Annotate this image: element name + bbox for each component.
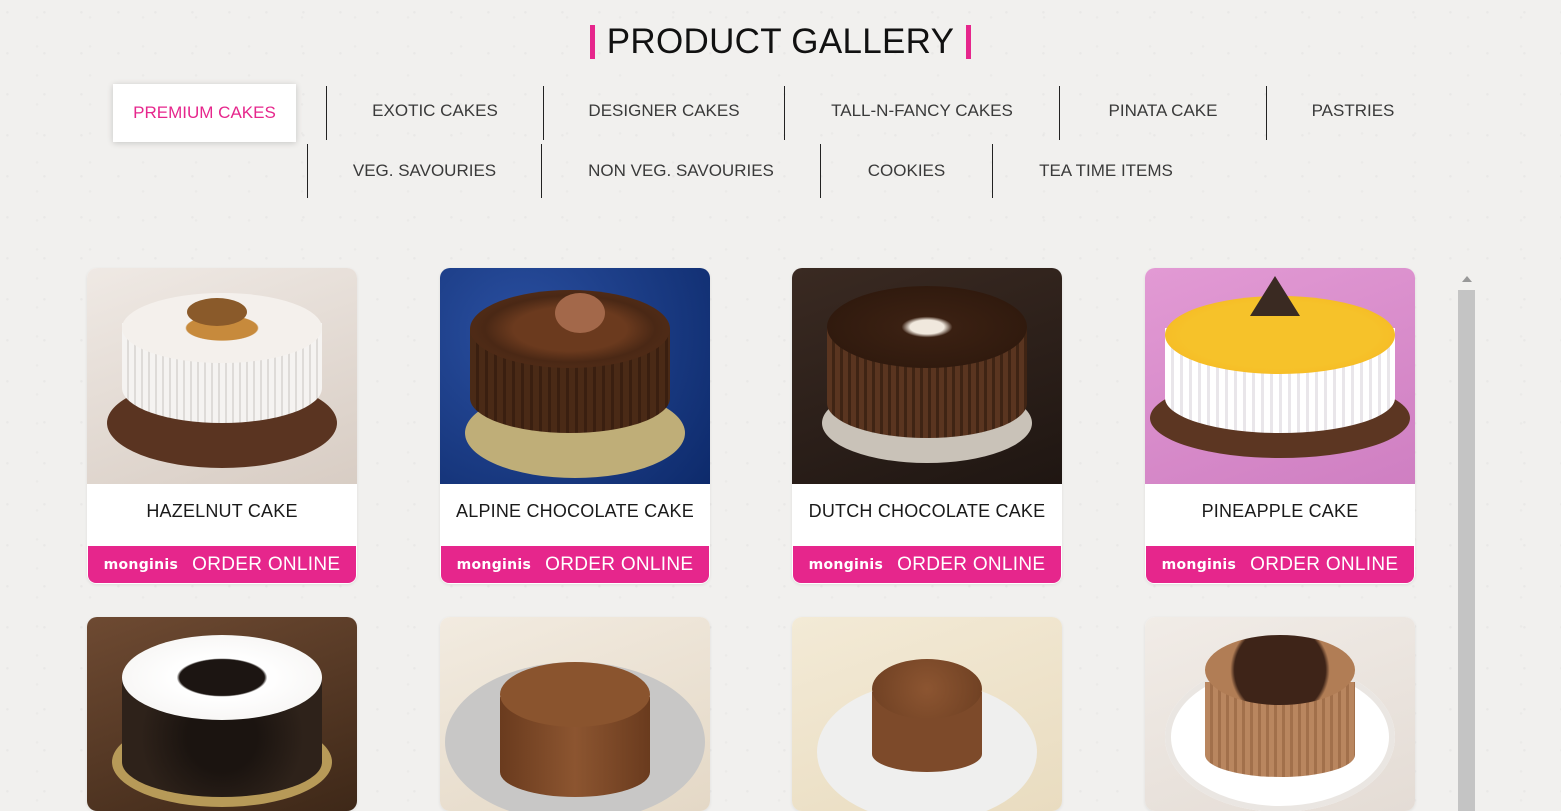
scrollbar[interactable] (1458, 276, 1475, 811)
product-card[interactable] (792, 617, 1062, 811)
product-image[interactable] (87, 617, 357, 811)
tab-designer-cakes[interactable]: DESIGNER CAKES (544, 84, 784, 138)
brand-logo: monginis (456, 556, 532, 573)
tab-exotic-cakes[interactable]: EXOTIC CAKES (327, 84, 543, 138)
order-online-label: ORDER ONLINE (897, 553, 1046, 575)
order-online-button[interactable]: monginis ORDER ONLINE (88, 546, 356, 583)
product-card[interactable]: ALPINE CHOCOLATE CAKE monginis ORDER ONL… (440, 268, 710, 584)
tabs-row-2: VEG. SAVOURIES NON VEG. SAVOURIES COOKIE… (307, 144, 1219, 198)
tab-tea-time-items[interactable]: TEA TIME ITEMS (993, 144, 1219, 198)
tabs-row-1: PREMIUM CAKES EXOTIC CAKES DESIGNER CAKE… (113, 84, 1439, 142)
product-name[interactable]: PINEAPPLE CAKE (1145, 484, 1415, 538)
title-bar-right (966, 25, 972, 59)
product-card[interactable]: PINEAPPLE CAKE monginis ORDER ONLINE (1145, 268, 1415, 584)
tab-tall-n-fancy-cakes[interactable]: TALL-N-FANCY CAKES (785, 84, 1059, 138)
product-image[interactable] (1145, 617, 1415, 811)
product-image-dutch-chocolate[interactable] (792, 268, 1062, 484)
title-wrap: PRODUCT GALLERY (0, 22, 1561, 64)
order-online-button[interactable]: monginis ORDER ONLINE (1146, 546, 1414, 583)
page-title-text: PRODUCT GALLERY (606, 22, 955, 61)
scrollbar-thumb[interactable] (1458, 290, 1475, 811)
product-image[interactable] (792, 617, 1062, 811)
product-image[interactable] (440, 617, 710, 811)
product-card[interactable]: DUTCH CHOCOLATE CAKE monginis ORDER ONLI… (792, 268, 1062, 584)
brand-logo: monginis (103, 556, 179, 573)
product-card[interactable]: HAZELNUT CAKE monginis ORDER ONLINE (87, 268, 357, 584)
tab-pinata-cake[interactable]: PINATA CAKE (1060, 84, 1266, 138)
product-image-alpine-chocolate[interactable] (440, 268, 710, 484)
product-image-pineapple[interactable] (1145, 268, 1415, 484)
order-online-button[interactable]: monginis ORDER ONLINE (441, 546, 709, 583)
product-name[interactable]: DUTCH CHOCOLATE CAKE (792, 484, 1062, 538)
tab-cookies[interactable]: COOKIES (821, 144, 992, 198)
product-card[interactable] (440, 617, 710, 811)
order-online-button[interactable]: monginis ORDER ONLINE (793, 546, 1061, 583)
product-card[interactable] (1145, 617, 1415, 811)
tab-pastries[interactable]: PASTRIES (1267, 84, 1439, 138)
order-online-label: ORDER ONLINE (545, 553, 694, 575)
product-card[interactable] (87, 617, 357, 811)
tab-premium-cakes[interactable]: PREMIUM CAKES (113, 84, 296, 142)
scroll-up-arrow-icon[interactable] (1462, 276, 1472, 282)
page-title: PRODUCT GALLERY (589, 22, 972, 62)
tab-veg-savouries[interactable]: VEG. SAVOURIES (308, 144, 541, 198)
brand-logo: monginis (1161, 556, 1237, 573)
order-online-label: ORDER ONLINE (1250, 553, 1399, 575)
order-online-label: ORDER ONLINE (192, 553, 341, 575)
title-bar-left (589, 25, 595, 59)
product-name[interactable]: HAZELNUT CAKE (87, 484, 357, 538)
brand-logo: monginis (808, 556, 884, 573)
product-name[interactable]: ALPINE CHOCOLATE CAKE (440, 484, 710, 538)
tab-non-veg-savouries[interactable]: NON VEG. SAVOURIES (542, 144, 820, 198)
product-image-hazelnut[interactable] (87, 268, 357, 484)
